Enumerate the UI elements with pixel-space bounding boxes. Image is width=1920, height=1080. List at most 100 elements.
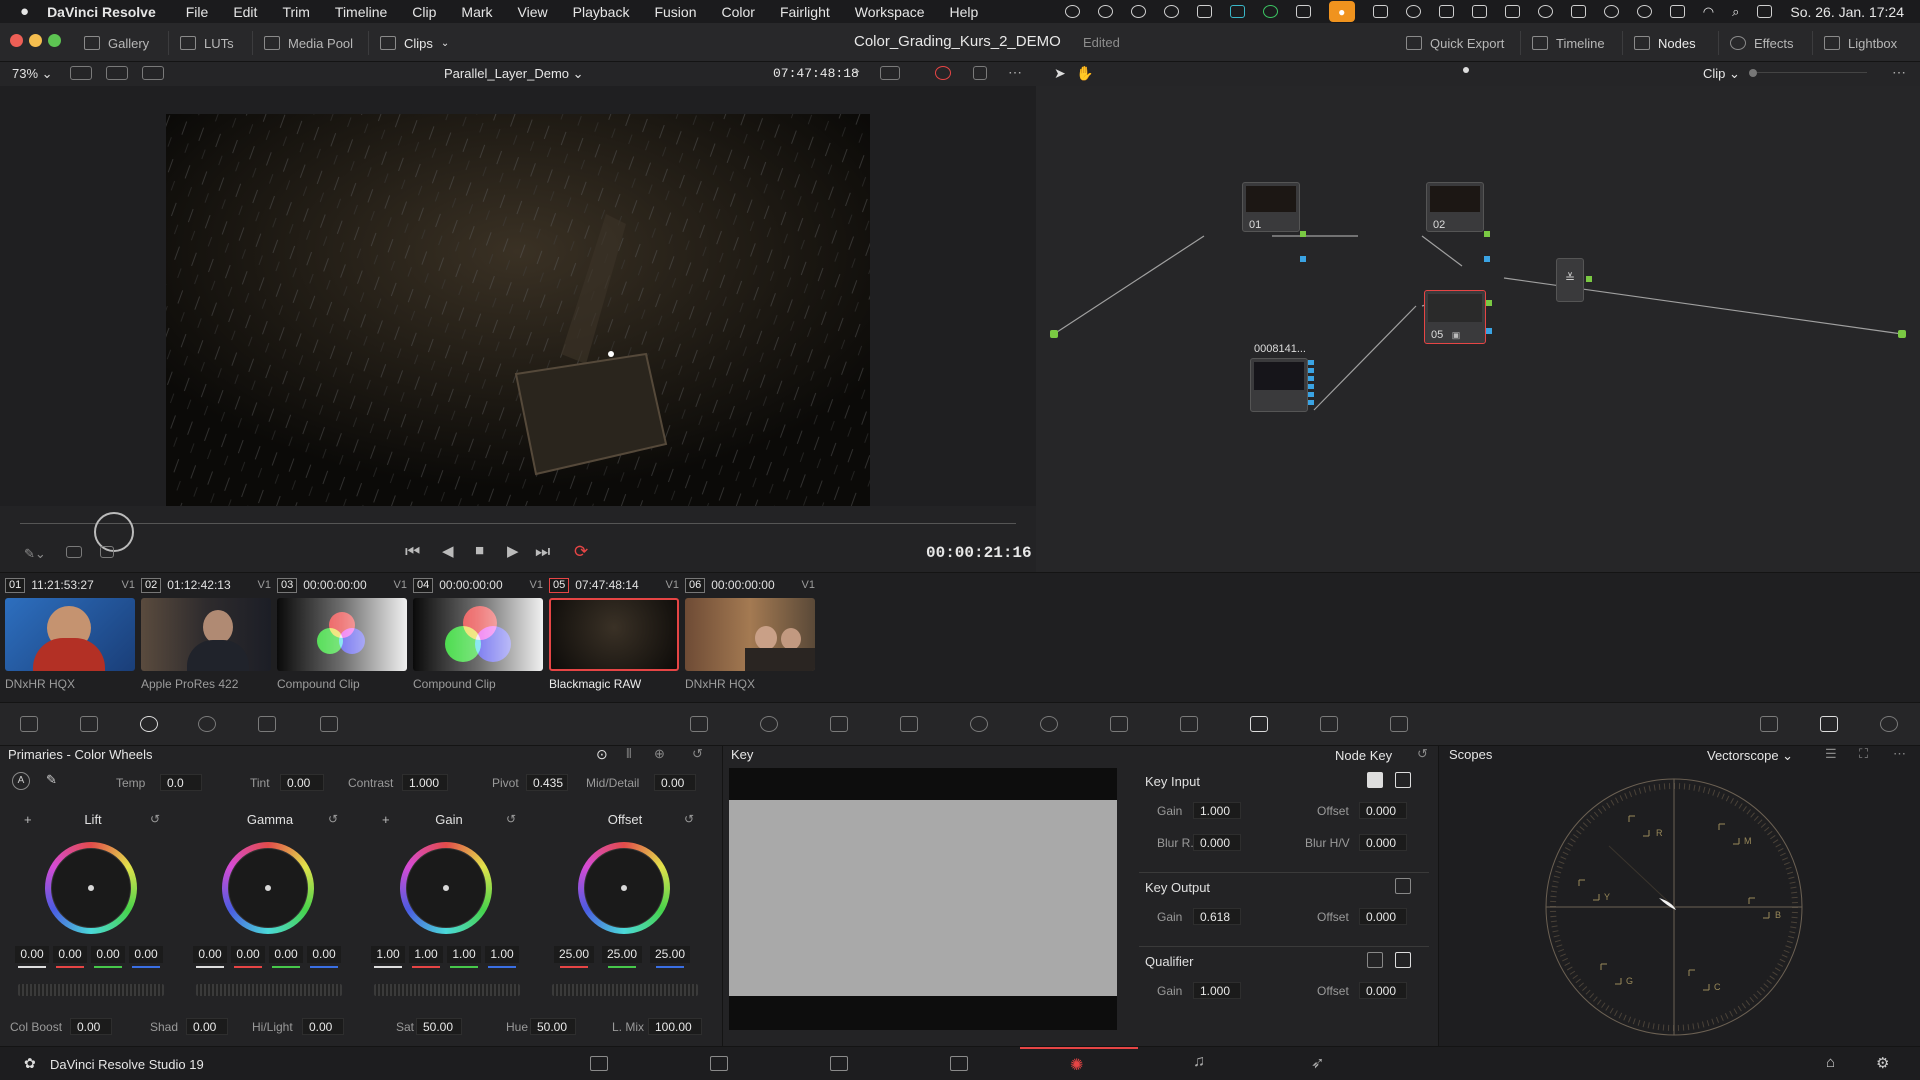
gain-y-value[interactable]: 1.00 [371, 946, 405, 963]
auto-balance-icon[interactable]: A [12, 772, 30, 790]
screen-icon[interactable] [1504, 5, 1520, 18]
loop-button[interactable]: ⟳ [574, 542, 588, 562]
compare-viewer-icon[interactable] [142, 66, 164, 80]
scope-settings-icon[interactable]: ☰ [1825, 746, 1837, 762]
control-center-icon[interactable] [1757, 5, 1773, 18]
vpn-icon[interactable] [1229, 5, 1245, 18]
crosshair-icon[interactable]: + [382, 812, 390, 827]
node-port[interactable] [1486, 300, 1492, 306]
fairlight-page-icon[interactable]: ♫ [1193, 1053, 1205, 1071]
shad-field[interactable]: 0.00 [186, 1018, 228, 1035]
key-input-blur-hv-field[interactable]: 0.000 [1359, 834, 1407, 851]
3d-icon[interactable] [1390, 716, 1408, 732]
pointer-tool-icon[interactable]: ➤ [1054, 65, 1066, 82]
lift-r-value[interactable]: 0.00 [53, 946, 87, 963]
menu-fusion[interactable]: Fusion [654, 4, 696, 20]
eyedropper-icon[interactable] [900, 716, 918, 732]
split-viewer-icon[interactable] [106, 66, 128, 80]
wheels-mode-icon[interactable]: ⊙ [596, 746, 608, 763]
picker-icon[interactable]: ✎⌄ [24, 546, 46, 562]
window-close-button[interactable] [10, 34, 23, 47]
reset-icon[interactable]: ↺ [692, 746, 703, 762]
gain-master-wheel[interactable] [374, 984, 520, 996]
curves-icon[interactable] [690, 716, 708, 732]
gain-r-value[interactable]: 1.00 [409, 946, 443, 963]
more-options-icon[interactable]: ⋯ [1892, 64, 1906, 81]
lift-b-value[interactable]: 0.00 [129, 946, 163, 963]
edit-page-icon[interactable] [830, 1056, 848, 1071]
layers-icon[interactable] [66, 546, 82, 558]
crosshair-icon[interactable]: + [24, 812, 32, 827]
apple-icon[interactable]: ● [20, 3, 29, 20]
play-reverse-button[interactable]: ◀ [442, 542, 454, 560]
color-wheels-icon[interactable] [140, 716, 158, 732]
menu-file[interactable]: File [186, 4, 209, 20]
key-icon[interactable] [1250, 716, 1268, 732]
node-editor[interactable]: 01 02 05 ▣ ≚ 0008141... [1036, 86, 1920, 572]
clip-05[interactable]: 05 07:47:48:14 V1 Blackmagic RAW [549, 575, 679, 691]
green-status-icon[interactable] [1262, 5, 1278, 18]
gallery-button[interactable]: Gallery [84, 32, 149, 54]
navigation-icon[interactable] [1163, 5, 1179, 18]
menu-fairlight[interactable]: Fairlight [780, 4, 830, 20]
external-matte-node[interactable] [1250, 358, 1308, 412]
reset-icon[interactable]: ↺ [150, 812, 160, 826]
menu-help[interactable]: Help [950, 4, 979, 20]
menu-app-name[interactable]: DaVinci Resolve [47, 4, 156, 20]
single-viewer-icon[interactable] [70, 66, 92, 80]
gamma-b-value[interactable]: 0.00 [307, 946, 341, 963]
offset-wheel[interactable] [578, 842, 670, 934]
go-to-end-button[interactable]: ⏭ [535, 542, 550, 562]
hand-tool-icon[interactable]: ✋ [1076, 65, 1093, 82]
key-output-gain-field[interactable]: 0.618 [1193, 908, 1241, 925]
reset-icon[interactable]: ↺ [328, 812, 338, 826]
blur-icon[interactable] [1180, 716, 1198, 732]
menubar-datetime[interactable]: So. 26. Jan. 17:24 [1790, 4, 1904, 20]
node-port[interactable] [1300, 256, 1306, 262]
media-pool-button[interactable]: Media Pool [264, 32, 353, 54]
key-output-offset-field[interactable]: 0.000 [1359, 908, 1407, 925]
rgb-mixer-icon[interactable] [258, 716, 276, 732]
sat-field[interactable]: 50.00 [416, 1018, 462, 1035]
cut-page-icon[interactable] [710, 1056, 728, 1071]
chevron-down-icon[interactable]: ⌄ [853, 65, 861, 76]
sync-icon[interactable] [1130, 5, 1146, 18]
node-mode-select[interactable]: Clip ⌄ [1703, 66, 1740, 82]
window-minimize-button[interactable] [29, 34, 42, 47]
node-zoom-slider-knob[interactable] [1749, 69, 1757, 77]
spotlight-search-icon[interactable]: ⌕ [1732, 4, 1739, 20]
tint-field[interactable]: 0.00 [280, 774, 324, 791]
page-dot-icon[interactable] [1463, 67, 1469, 73]
more-options-icon[interactable]: ⋯ [1893, 746, 1906, 762]
scopes-icon[interactable] [1820, 716, 1838, 732]
wifi-icon[interactable]: ◠ [1703, 4, 1714, 20]
lift-wheel[interactable] [45, 842, 137, 934]
offset-r-value[interactable]: 25.00 [554, 946, 594, 963]
gain-b-value[interactable]: 1.00 [485, 946, 519, 963]
qualifier-icon[interactable] [830, 716, 848, 732]
gain-wheel[interactable] [400, 842, 492, 934]
node-output-connector[interactable] [1898, 330, 1906, 338]
clock-icon[interactable] [1603, 5, 1619, 18]
temp-field[interactable]: 0.0 [160, 774, 202, 791]
reset-icon[interactable]: ↺ [684, 812, 694, 826]
scope-type-select[interactable]: Vectorscope ⌄ [1707, 748, 1793, 764]
audio-icon[interactable] [1471, 5, 1487, 18]
home-icon[interactable]: ⌂ [1826, 1054, 1835, 1071]
node-input-connector[interactable] [1050, 330, 1058, 338]
video-frame[interactable] [166, 114, 870, 508]
node-port[interactable] [1586, 276, 1592, 282]
node-02[interactable]: 02 [1426, 182, 1484, 232]
clip-04[interactable]: 04 00:00:00:00 V1 Compound Clip [413, 575, 543, 691]
menu-view[interactable]: View [518, 4, 548, 20]
tracker-icon[interactable] [1040, 716, 1058, 732]
timeline-button[interactable]: Timeline [1532, 32, 1605, 54]
circle-menu-icon[interactable] [1405, 5, 1421, 18]
middetail-field[interactable]: 0.00 [654, 774, 696, 791]
offset-g-value[interactable]: 25.00 [602, 946, 642, 963]
window-icon[interactable] [1570, 5, 1586, 18]
key-input-blur-r-field[interactable]: 0.000 [1193, 834, 1241, 851]
clip-06[interactable]: 06 00:00:00:00 V1 DNxHR HQX [685, 575, 815, 691]
menu-edit[interactable]: Edit [233, 4, 257, 20]
play-button[interactable]: ▶ [507, 542, 519, 560]
